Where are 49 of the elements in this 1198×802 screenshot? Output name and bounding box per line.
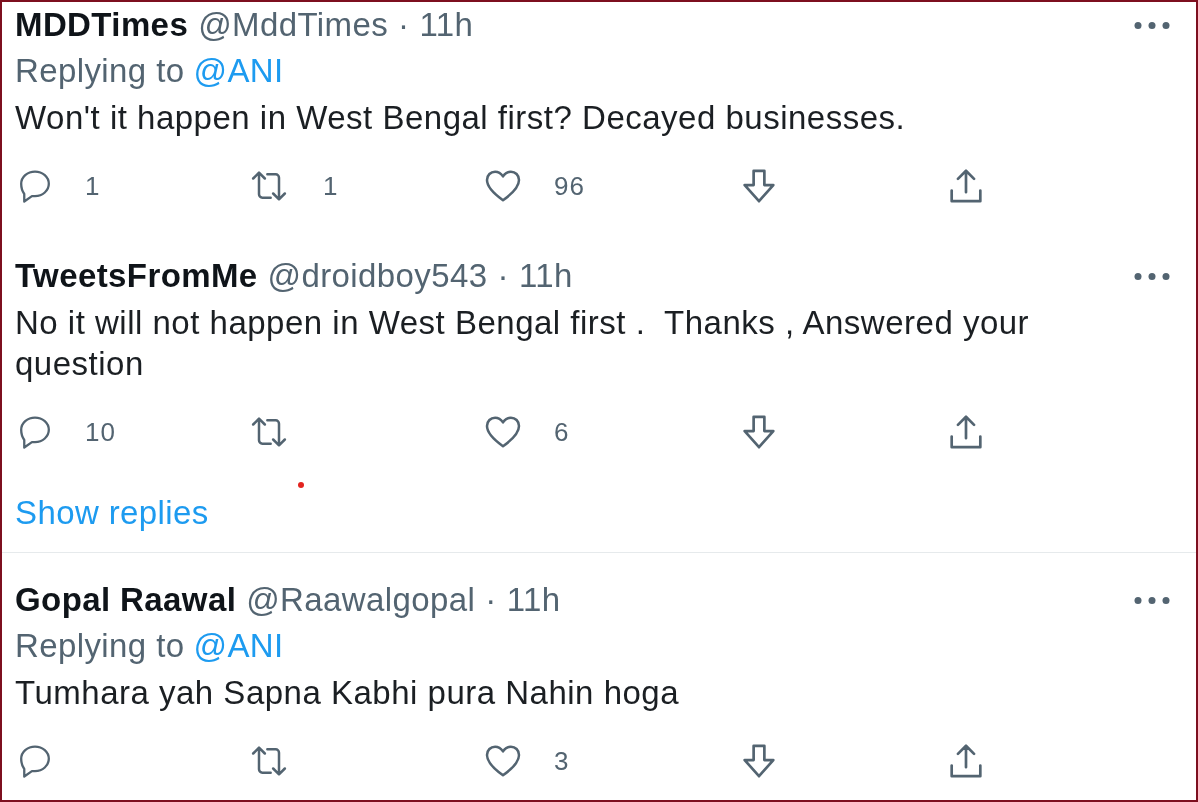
retweet-button[interactable]: 1 xyxy=(248,170,339,202)
like-button[interactable]: 6 xyxy=(485,416,570,448)
more-button[interactable] xyxy=(1134,21,1170,29)
tweet-text: Won't it happen in West Bengal first? Decayed businesses. xyxy=(15,98,907,138)
author-name[interactable]: TweetsFromMe xyxy=(15,257,258,295)
separator-text: · xyxy=(398,6,410,44)
speech-bubble-icon xyxy=(18,169,52,203)
arrow-down-icon xyxy=(742,744,776,778)
separator-text: · xyxy=(497,257,509,295)
timestamp[interactable]: 11h xyxy=(419,6,474,44)
share-button[interactable] xyxy=(948,415,984,449)
heart-icon xyxy=(485,170,521,202)
share-button[interactable] xyxy=(948,169,984,203)
downvote-button[interactable] xyxy=(742,169,776,203)
more-button[interactable] xyxy=(1134,272,1170,280)
tweet-text: No it will not happen in West Bengal first . Thanks , Answered your question xyxy=(15,303,1031,384)
reply-button[interactable]: 1 xyxy=(18,169,101,203)
share-icon xyxy=(948,169,984,203)
speech-bubble-icon xyxy=(18,744,52,778)
heart-icon xyxy=(485,416,521,448)
replying-label: Replying to xyxy=(15,52,185,90)
downvote-button[interactable] xyxy=(742,744,776,778)
more-icon xyxy=(1134,21,1170,29)
arrow-down-icon xyxy=(742,169,776,203)
more-icon xyxy=(1134,596,1170,604)
like-button[interactable]: 3 xyxy=(485,745,570,777)
author-name[interactable]: Gopal Raawal xyxy=(15,581,237,619)
timestamp[interactable]: 11h xyxy=(506,581,561,619)
share-icon xyxy=(948,415,984,449)
share-button[interactable] xyxy=(948,744,984,778)
author-handle[interactable]: @droidboy543 xyxy=(267,257,488,295)
timestamp[interactable]: 11h xyxy=(518,257,573,295)
arrow-down-icon xyxy=(742,415,776,449)
separator-text: · xyxy=(485,581,497,619)
more-icon xyxy=(1134,272,1170,280)
dot-icon xyxy=(298,482,304,488)
heart-icon xyxy=(485,745,521,777)
downvote-button[interactable] xyxy=(742,415,776,449)
share-icon xyxy=(948,744,984,778)
more-button[interactable] xyxy=(1134,596,1170,604)
tweet-text: Tumhara yah Sapna Kabhi pura Nahin hoga xyxy=(15,673,681,713)
replying-label: Replying to xyxy=(15,627,185,665)
author-handle[interactable]: @Raawalgopal xyxy=(246,581,476,619)
reply-button[interactable] xyxy=(18,744,52,778)
speech-bubble-icon xyxy=(18,415,52,449)
like-button[interactable]: 96 xyxy=(485,170,585,202)
reply-button[interactable]: 10 xyxy=(18,415,116,449)
author-name[interactable]: MDDTimes xyxy=(15,6,189,44)
author-handle[interactable]: @MddTimes xyxy=(198,6,389,44)
